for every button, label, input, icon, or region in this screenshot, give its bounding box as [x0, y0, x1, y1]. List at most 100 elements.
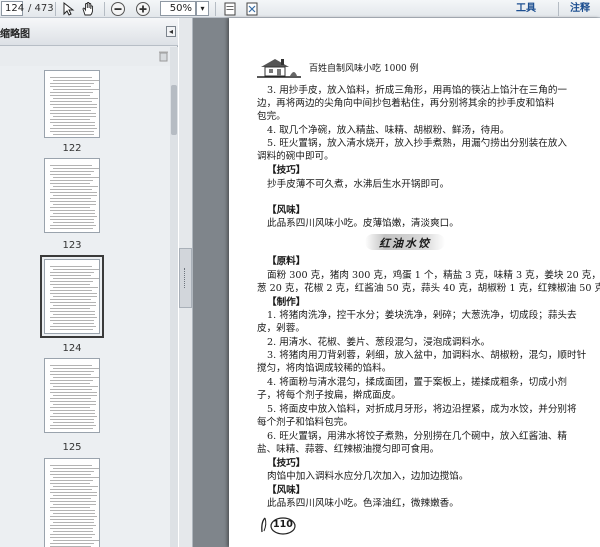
thumbnail-scroll-thumb[interactable]: [171, 85, 177, 135]
thumbnail-text-line: [50, 284, 90, 285]
zoom-level-input[interactable]: 50%: [160, 1, 196, 16]
thumbnail-text-line: [53, 377, 99, 378]
section-heading: 【技巧】: [267, 458, 306, 469]
body-line: 盐、味精、蒜蓉、红辣椒油搅匀即可食用。: [257, 444, 440, 455]
thumbnail-text-line: [50, 483, 90, 484]
thumbnail-text-line: [53, 368, 99, 369]
thumbnail-page[interactable]: [44, 358, 100, 433]
running-header: 百姓自制风味小吃 1000 例: [309, 64, 419, 74]
thumbnail-text-line: [53, 177, 99, 178]
thumbnail-text-line: [53, 186, 98, 187]
section-heading: 【风味】: [267, 205, 306, 216]
thumbnail-panel: 缩略图 ◂ 122 123 124 125: [0, 18, 178, 547]
zoom-dropdown-chevron-icon[interactable]: ▾: [196, 1, 209, 16]
body-line: 葱 20 克，花椒 2 克，红酱油 50 克，蒜头 40 克，胡椒粉 1 克，红…: [257, 283, 600, 294]
thumbnail-text-line: [50, 489, 92, 490]
panel-splitter[interactable]: [179, 18, 193, 547]
thumbnail-text-line: [53, 404, 96, 405]
body-line: 4. 将面粉与清水混匀，揉成面团，置于案板上，搓揉成粗条，切成小剂: [267, 377, 568, 388]
thumbnail-text-line: [50, 110, 91, 111]
thumbnail-page-selected[interactable]: [40, 255, 104, 338]
select-cursor-icon[interactable]: [60, 1, 76, 17]
thumbnail-text-line: [50, 174, 91, 175]
thumbnail-text-line: [50, 192, 97, 193]
thumbnail-text-line: [50, 86, 91, 87]
thumbnail-page[interactable]: [44, 158, 100, 233]
body-line: 肉馅中加入调料水应分几次加入，边加边搅馅。: [267, 471, 469, 482]
comment-menu-button[interactable]: 注释: [570, 2, 590, 16]
section-heading: 【技巧】: [267, 165, 306, 176]
thumbnail-text-line: [50, 228, 93, 229]
thumbnail-text-line: [53, 395, 97, 396]
thumbnail-scrollbar[interactable]: [170, 47, 178, 547]
body-line: 3. 用抄手皮，放入馅料，折成三角形，用再馅的筷沾上馅汁在三角的一: [267, 85, 568, 96]
thumbnail-text-line: [50, 101, 92, 102]
thumbnail-text-line: [50, 492, 97, 493]
hand-tool-icon[interactable]: [80, 1, 96, 17]
thumbnail-text-line: [50, 113, 96, 114]
thumbnail-text-line: [53, 531, 93, 532]
toolbar-divider: [104, 2, 105, 16]
thumbnail-text-line: [50, 198, 91, 199]
document-page: 百姓自制风味小吃 1000 例 3. 用抄手皮，放入馅料，折成三角形，用再馅的筷…: [229, 18, 600, 547]
thumbnail-text-line: [53, 134, 94, 135]
section-heading: 【原料】: [267, 256, 306, 267]
thumbnail-text-line: [50, 272, 94, 273]
zoom-out-icon[interactable]: [110, 1, 126, 17]
thumbnail-panel-title: 缩略图: [0, 29, 30, 40]
body-line: 搅匀，将肉馅调成较稀的馅料。: [257, 363, 392, 374]
thumbnail-text-line: [50, 201, 96, 202]
thumbnail-text-line: [50, 293, 97, 294]
thumbnail-text-line: [50, 281, 93, 282]
thumbnail-text-line: [50, 266, 92, 267]
thumbnail-text-line: [50, 392, 97, 393]
thumbnail-text-line: [53, 495, 97, 496]
thumbnail-text-line: [50, 383, 90, 384]
fit-page-icon[interactable]: [244, 1, 260, 17]
thumbnail-text-line: [53, 98, 98, 99]
thumbnail-text-line: [50, 389, 92, 390]
thumbnail-page[interactable]: [44, 458, 100, 547]
thumbnail-text-line: [50, 371, 94, 372]
trash-icon[interactable]: [158, 50, 169, 62]
thumbnail-text-line: [53, 422, 94, 423]
thumbnail-text-line: [53, 513, 95, 514]
thumbnail-text-line: [50, 425, 96, 426]
thumbnail-page[interactable]: [44, 70, 100, 138]
thumbnail-page-number: 125: [62, 442, 82, 453]
thumbnail-text-line: [50, 183, 90, 184]
body-line: 边，再将两边的尖角向中间抄包着粘住，再分别将其余的抄手皮和馅料: [257, 98, 555, 109]
fit-width-icon[interactable]: [222, 1, 238, 17]
thumbnail-text-line: [50, 374, 91, 375]
thumbnail-text-line: [50, 290, 92, 291]
body-line: 包完。: [257, 111, 286, 122]
thumbnail-text-line: [50, 299, 91, 300]
section-heading: 【制作】: [267, 297, 306, 308]
toolbar-divider: [558, 2, 559, 16]
thumbnail-text-line: [50, 498, 91, 499]
thumbnail-text-line: [53, 278, 99, 279]
page-number-input[interactable]: 124: [1, 1, 24, 16]
body-line: 6. 旺火置锅，用沸水将饺子煮熟，分别捞在几个碗中，放入红酱油、精: [267, 431, 568, 442]
recipe-title: 红油水饺: [379, 237, 431, 250]
section-heading: 【风味】: [267, 485, 306, 496]
body-line: 2. 用清水、花椒、姜片、葱段混匀，浸泡成调料水。: [267, 337, 491, 348]
thumbnail-text-line: [50, 416, 97, 417]
thumbnail-text-line: [50, 275, 91, 276]
tools-menu-button[interactable]: 工具: [516, 2, 536, 16]
body-line: 此品系四川风味小吃。色泽油红，微辣嫩香。: [267, 498, 459, 509]
thumbnail-text-line: [53, 540, 99, 541]
zoom-in-icon[interactable]: [135, 1, 151, 17]
splitter-grip-icon: [184, 268, 186, 288]
toolbar-divider: [55, 2, 56, 16]
thumbnail-text-line: [53, 89, 99, 90]
collapse-panel-icon[interactable]: ◂: [166, 26, 176, 37]
body-line: 1. 将猪肉洗净，控干水分；姜块洗净，剁碎；大葱洗净，切成段；蒜头去: [267, 310, 577, 321]
thumbnail-text-line: [53, 168, 99, 169]
body-line: 抄手皮薄不可久煮，水沸后生水开锅即可。: [267, 179, 450, 190]
thumbnail-text-line: [50, 131, 94, 132]
thumbnail-text-line: [50, 474, 91, 475]
body-line: 4. 取几个净碗，放入精盐、味精、胡椒粉、鲜汤，待用。: [267, 125, 510, 136]
thumbnail-text-line: [50, 428, 93, 429]
thumbnail-text-line: [50, 119, 90, 120]
